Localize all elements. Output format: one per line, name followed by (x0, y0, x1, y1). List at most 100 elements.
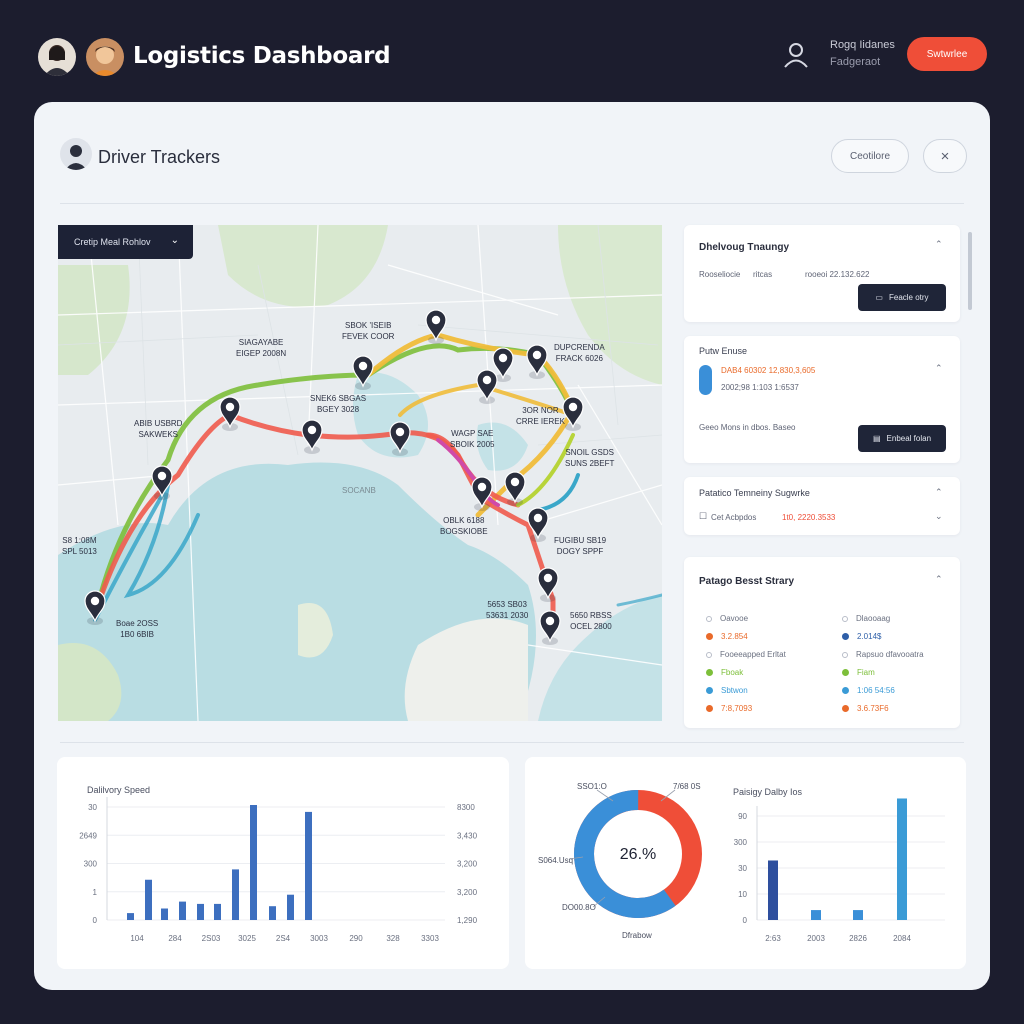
speed-bar[interactable] (214, 903, 221, 920)
avatar-user-2[interactable] (86, 38, 124, 76)
driver-pin-icon[interactable] (562, 396, 584, 431)
card-meta-b: ritcas (753, 270, 773, 279)
sidebar-scrollbar[interactable] (968, 232, 972, 310)
stat-label: Fooeeapped Erltat (720, 650, 786, 659)
checkbox-icon[interactable]: ☐ (699, 511, 707, 522)
driver-avatar-icon (60, 138, 92, 170)
x-tick-label: 284 (168, 934, 182, 943)
driver-pin-icon[interactable] (352, 355, 374, 390)
stat-item: 2.014$ (842, 632, 881, 641)
delay-bar[interactable] (811, 910, 821, 920)
card-title: Putw Enuse (699, 346, 748, 356)
driver-pin-icon[interactable] (539, 610, 561, 645)
route-note: Geeo Mons in dbos. Baseo (699, 423, 796, 432)
chevron-up-icon[interactable]: ⌃ (935, 363, 943, 374)
driver-pin-icon[interactable] (526, 344, 548, 379)
card-delivery-tracking: Dhelvoug Tnaungy ⌃ Rooseliocie ritcas ro… (684, 225, 960, 322)
speed-bar[interactable] (179, 901, 186, 920)
driver-pin-icon[interactable] (471, 476, 493, 511)
card-meta-a: Rooseliocie (699, 270, 741, 279)
card2-action-button[interactable]: ▤ Enbeal folan (858, 425, 946, 452)
delay-bar[interactable] (897, 798, 907, 920)
legend-dot-icon (842, 615, 848, 622)
user-icon[interactable] (782, 40, 810, 70)
card1-action-button[interactable]: ▭ Feacle otry (858, 284, 946, 311)
stat-item: Fboak (706, 668, 743, 677)
y-tick-label: 90 (738, 812, 747, 821)
y-tick-label-right: 3,430 (457, 831, 478, 840)
driver-pin-icon[interactable] (151, 465, 173, 500)
driver-pin-icon[interactable] (527, 507, 549, 542)
speed-bar[interactable] (145, 879, 152, 920)
y-tick-label: 1 (93, 888, 98, 897)
legend-dot-icon (842, 705, 849, 712)
chevron-up-icon[interactable]: ⌃ (935, 239, 943, 250)
speed-bar[interactable] (250, 805, 257, 920)
driver-pin-icon[interactable] (537, 567, 559, 602)
delay-bar[interactable] (853, 910, 863, 920)
y-tick-label: 300 (84, 860, 98, 869)
map-pins (84, 309, 584, 645)
driver-pin-icon[interactable] (84, 590, 106, 625)
y-tick-label: 30 (88, 803, 97, 812)
options-button[interactable]: Ceotilore (831, 139, 909, 173)
chevron-up-icon[interactable]: ⌃ (935, 574, 943, 585)
x-tick-label: 2084 (893, 934, 911, 943)
driver-pin-icon[interactable] (219, 396, 241, 431)
close-button[interactable]: × (923, 139, 967, 173)
stat-item: Rapsuo dfavooatra (842, 650, 924, 659)
driver-pin-icon[interactable] (389, 421, 411, 456)
legend-dot-icon (706, 669, 713, 676)
speed-bar[interactable] (269, 906, 276, 920)
card1-button-label: Feacle otry (888, 293, 929, 302)
card-title: Patatico Temneiny Sugwrke (699, 488, 810, 498)
y-tick-label: 0 (743, 916, 748, 925)
panel-title: Driver Trackers (98, 147, 221, 167)
stat-label: Sbtwon (721, 686, 748, 695)
donut-label: S064.Usq (538, 856, 574, 865)
legend-dot-icon (842, 669, 849, 676)
y-tick-label-right: 1,290 (457, 916, 478, 925)
y-tick-label: 300 (734, 838, 748, 847)
x-tick-label: 2:63 (765, 934, 781, 943)
speed-bar[interactable] (197, 903, 204, 920)
speed-bar[interactable] (232, 869, 239, 920)
chevron-up-icon[interactable]: ⌃ (935, 487, 943, 498)
stat-label: 3.2.854 (721, 632, 748, 641)
stat-label: Fiam (857, 668, 875, 677)
chevron-down-icon[interactable]: ⌄ (935, 511, 943, 522)
stat-label: Fboak (721, 668, 744, 677)
avatar-user-1[interactable] (38, 38, 76, 76)
speed-bar[interactable] (305, 811, 312, 920)
x-tick-label: 3303 (421, 934, 439, 943)
card-meta-c: rooeoi 22.132.622 (805, 270, 870, 279)
x-tick-label: 3003 (310, 934, 328, 943)
temperature-value: 1t0, 2220.3533 (782, 513, 836, 522)
y-tick-label-right: 8300 (457, 803, 475, 812)
x-tick-label: 2S03 (202, 934, 221, 943)
speed-bar[interactable] (161, 908, 168, 921)
stat-item: 1:06 54:56 (842, 686, 895, 695)
donut-caption: Dfrabow (622, 931, 652, 940)
speed-bar[interactable] (127, 913, 134, 920)
legend-dot-icon (842, 687, 849, 694)
driver-pin-icon[interactable] (425, 309, 447, 344)
document-icon: ▤ (872, 434, 881, 443)
delay-bar[interactable] (768, 860, 778, 920)
speed-bar[interactable] (287, 894, 294, 920)
delivery-speed-chart: Dalilvory Speed 30 8300 2649 3,430 300 3,200 1… (57, 757, 509, 969)
distribution-chart: 90 300 30 10 0 2:63 2003 2826 2084 SSO1:O 7/68 0… (525, 757, 966, 969)
app-title: Logistics Dashboard (133, 43, 391, 69)
header-action-button[interactable]: Swtwrlee (907, 37, 987, 71)
driver-pin-icon[interactable] (301, 419, 323, 454)
calendar-icon: ▭ (875, 293, 883, 302)
speed-chart-canvas: 30 8300 2649 3,430 300 3,200 1 3,200 0 1,290 104 28… (79, 797, 478, 943)
driver-pin-icon[interactable] (504, 471, 526, 506)
route-map[interactable]: Cretip Meal Rohlov ⌄ SIAGAYABE EIGEP 200… (58, 225, 662, 721)
legend-dot-icon (842, 651, 848, 658)
stat-label: Oavooe (720, 614, 749, 623)
driver-trackers-panel: Driver Trackers Ceotilore × Cretip Meal … (34, 102, 990, 990)
y-tick-label: 30 (738, 864, 747, 873)
driver-pin-icon[interactable] (476, 369, 498, 404)
donut-label: 7/68 0S (673, 782, 701, 791)
